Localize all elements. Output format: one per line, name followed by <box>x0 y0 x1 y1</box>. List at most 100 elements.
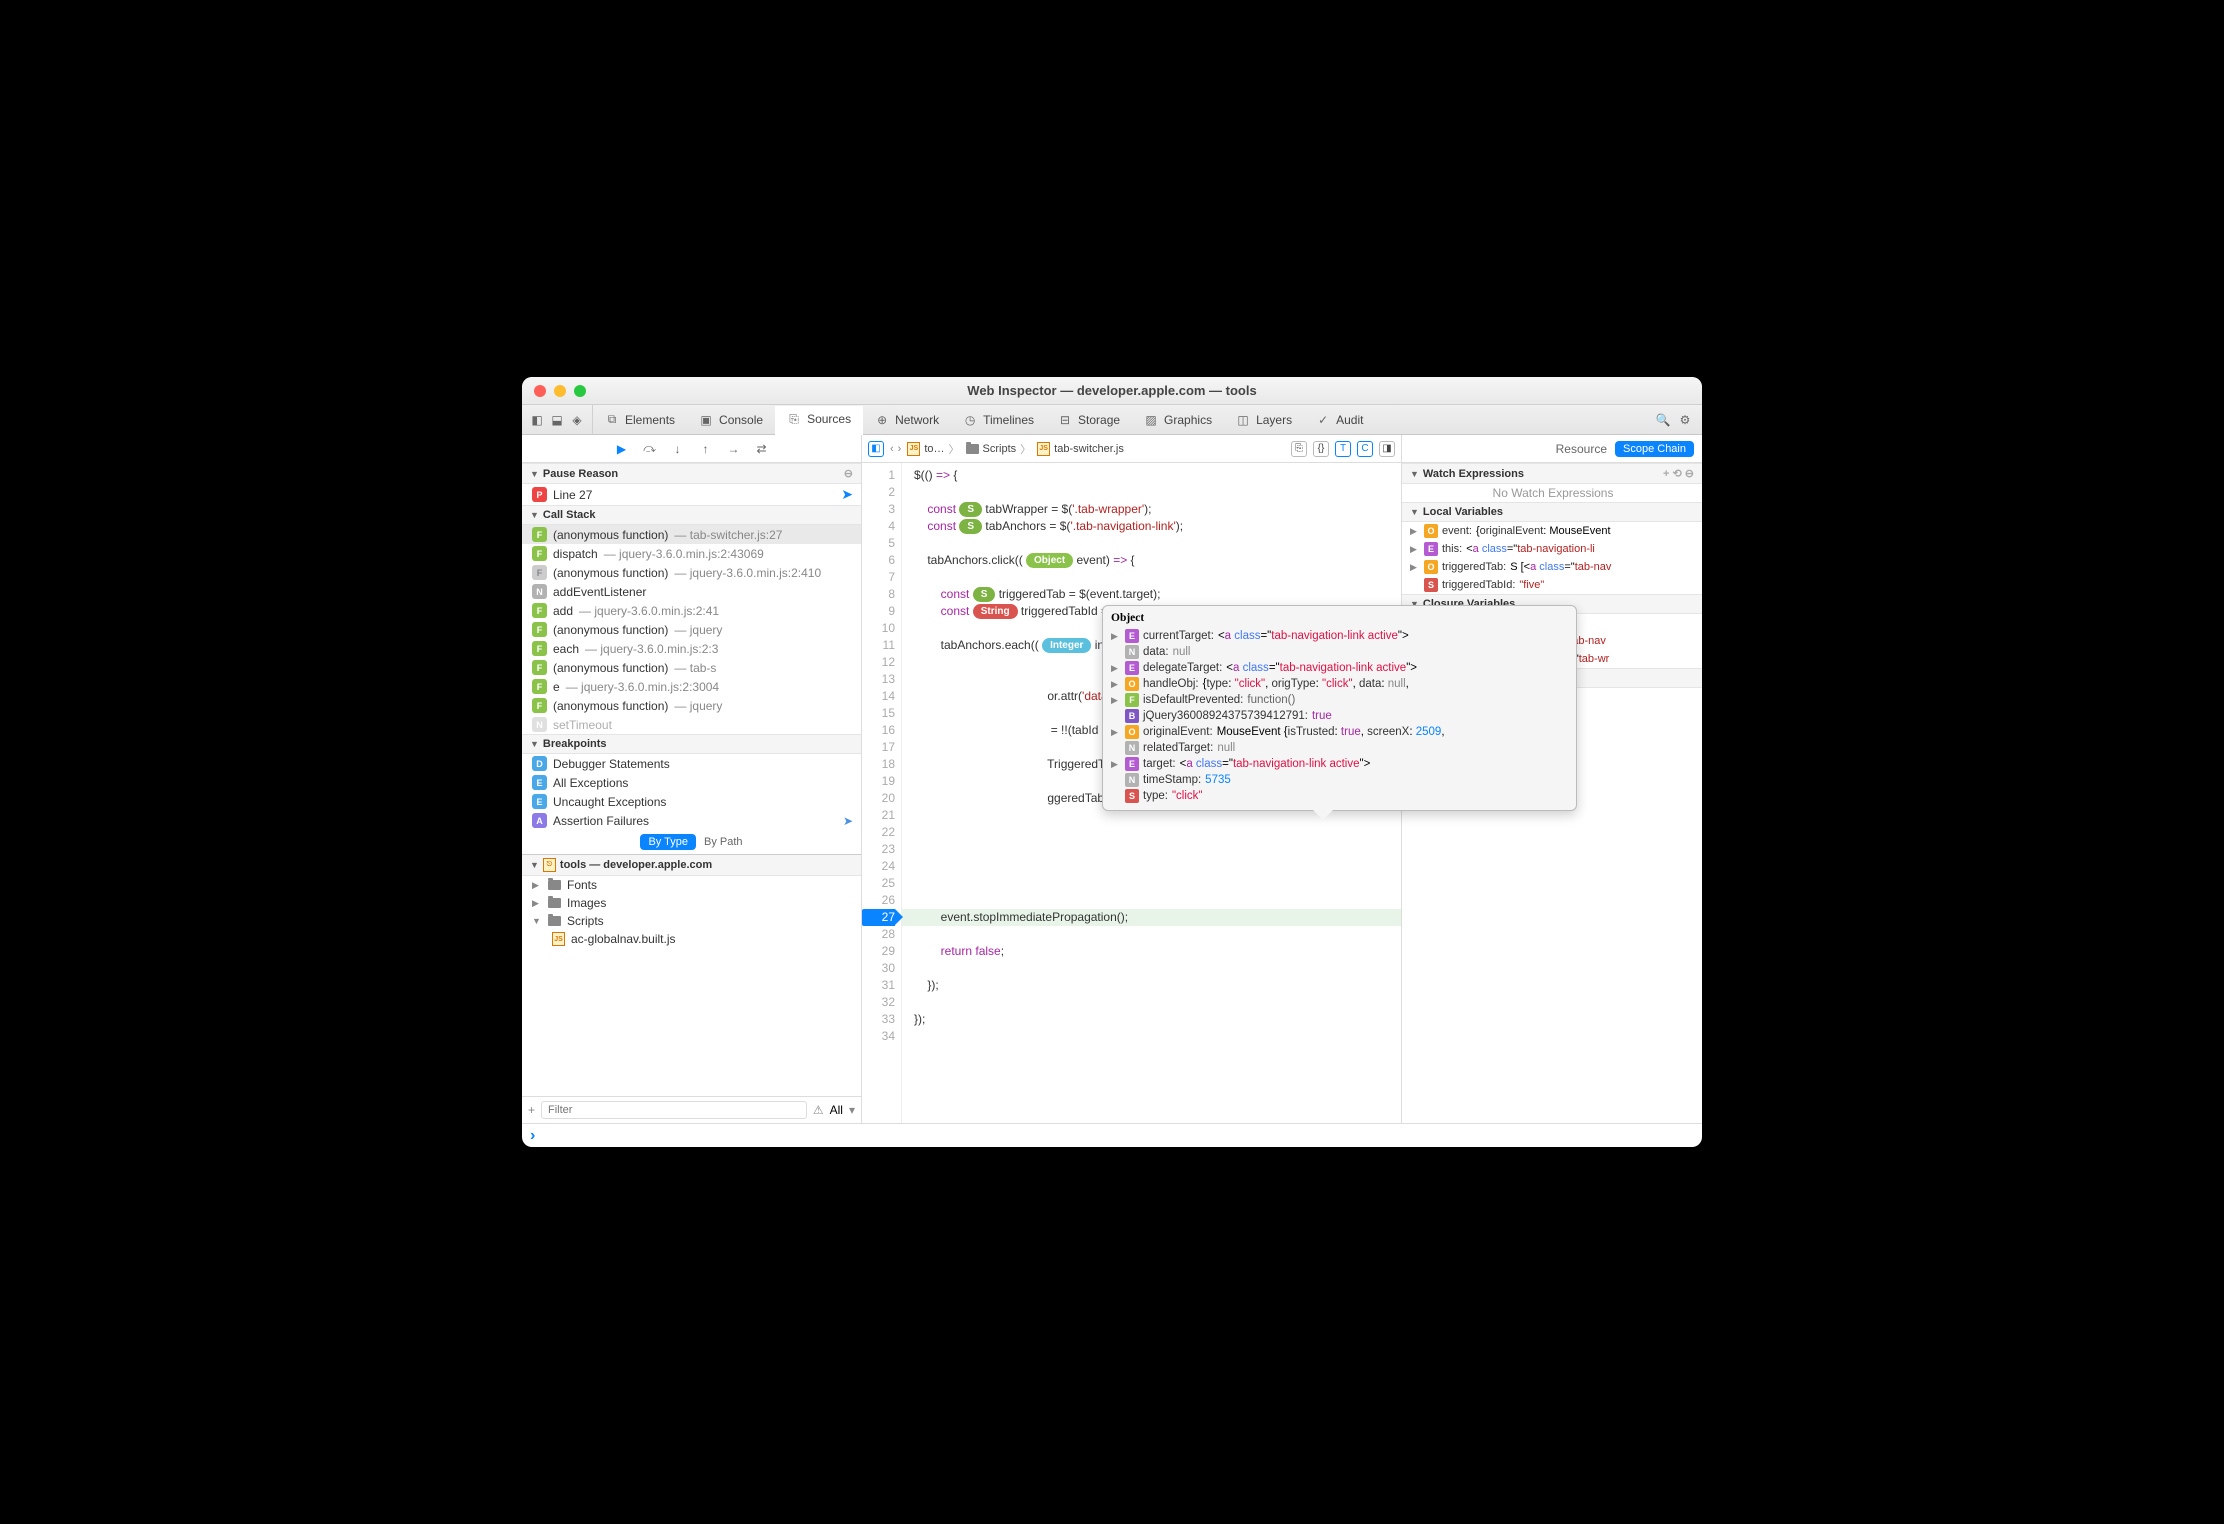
debug-toolbar: ▶ ⤼ ↓ ↑ → ⇄ <box>522 435 861 463</box>
copy-icon[interactable]: ⎘ <box>1291 441 1307 457</box>
filter-input[interactable] <box>541 1101 807 1119</box>
tab-elements[interactable]: ⧉Elements <box>593 405 687 434</box>
crumb-current[interactable]: JStab-switcher.js <box>1037 442 1124 456</box>
popover-property[interactable]: Stype: "click" <box>1111 788 1568 804</box>
tab-graphics[interactable]: ▨Graphics <box>1132 405 1224 434</box>
warn-icon[interactable]: ⚠ <box>813 1103 824 1117</box>
tab-network[interactable]: ⊕Network <box>863 405 951 434</box>
settings-icon[interactable]: ⚙ <box>1678 413 1692 427</box>
step-over-icon[interactable]: ⤼ <box>641 440 659 458</box>
forward-icon[interactable]: › <box>898 443 902 455</box>
funnel-icon[interactable]: ▾ <box>849 1103 855 1117</box>
frame-badge-icon: F <box>532 603 547 618</box>
graphics-icon: ▨ <box>1144 413 1158 427</box>
disclosure-icon: ▼ <box>530 510 539 520</box>
breakpoints-header[interactable]: ▼ Breakpoints <box>522 734 861 754</box>
callstack-frame[interactable]: Feach — jquery-3.6.0.min.js:2:3 <box>522 639 861 658</box>
tab-timelines[interactable]: ◷Timelines <box>951 405 1046 434</box>
popover-property[interactable]: ▶Etarget: <a class="tab-navigation-link … <box>1111 756 1568 772</box>
pause-reason-header[interactable]: ▼ Pause Reason ⊖ <box>522 463 861 484</box>
by-path-button[interactable]: By Path <box>704 836 743 848</box>
local-header[interactable]: ▼Local Variables <box>1402 502 1702 522</box>
tab-audit[interactable]: ✓Audit <box>1304 405 1375 434</box>
toggle-right-icon[interactable]: ◨ <box>1379 441 1395 457</box>
callstack-frame[interactable]: Fdispatch — jquery-3.6.0.min.js:2:43069 <box>522 544 861 563</box>
callstack-frame[interactable]: F(anonymous function) — jquery-3.6.0.min… <box>522 563 861 582</box>
tab-console[interactable]: ▣Console <box>687 405 775 434</box>
variable-row[interactable]: ▶Oevent: {originalEvent: MouseEvent <box>1402 522 1702 540</box>
by-type-button[interactable]: By Type <box>640 834 696 850</box>
popover-property[interactable]: ▶EdelegateTarget: <a class="tab-navigati… <box>1111 660 1568 676</box>
popover-property[interactable]: ▶OhandleObj: {type: "click", origType: "… <box>1111 676 1568 692</box>
file-item[interactable]: JSac-globalnav.built.js <box>522 930 861 948</box>
pause-line[interactable]: P Line 27 ➤ <box>522 484 861 505</box>
variable-row[interactable]: ▶OtriggeredTab: S [<a class="tab-nav <box>1402 558 1702 576</box>
step-out-icon[interactable]: ↑ <box>697 440 715 458</box>
popout-icon[interactable]: ◈ <box>570 413 584 427</box>
toggle-sidebar-icon[interactable]: ◧ <box>868 441 884 457</box>
dock-left-icon[interactable]: ◧ <box>530 413 544 427</box>
disclosure-icon: ▼ <box>530 739 539 749</box>
popover-property[interactable]: ▶EcurrentTarget: <a class="tab-navigatio… <box>1111 628 1568 644</box>
popover-property[interactable]: NtimeStamp: 5735 <box>1111 772 1568 788</box>
callstack-frame[interactable]: F(anonymous function) — jquery <box>522 696 861 715</box>
breakpoint-item[interactable]: EAll Exceptions <box>522 773 861 792</box>
close-icon[interactable] <box>534 385 546 397</box>
callstack-frame[interactable]: F(anonymous function) — tab-s <box>522 658 861 677</box>
tab-storage[interactable]: ⊟Storage <box>1046 405 1132 434</box>
callstack-frame[interactable]: NsetTimeout <box>522 715 861 734</box>
callstack-frame[interactable]: NaddEventListener <box>522 582 861 601</box>
minimize-icon[interactable] <box>554 385 566 397</box>
type-icon[interactable]: T <box>1335 441 1351 457</box>
callstack-frame[interactable]: Fe — jquery-3.6.0.min.js:2:3004 <box>522 677 861 696</box>
callstack-frame[interactable]: Fadd — jquery-3.6.0.min.js:2:41 <box>522 601 861 620</box>
tab-layers[interactable]: ◫Layers <box>1224 405 1304 434</box>
folder-scripts[interactable]: ▼Scripts <box>522 912 861 930</box>
deactivate-icon[interactable]: ⇄ <box>753 440 771 458</box>
callstack-frame[interactable]: F(anonymous function) — tab-switcher.js:… <box>522 525 861 544</box>
tab-sources[interactable]: ⎘Sources <box>775 406 863 435</box>
step-into-icon[interactable]: ↓ <box>669 440 687 458</box>
watch-actions[interactable]: + ⟲ ⊖ <box>1663 467 1694 480</box>
zoom-icon[interactable] <box>574 385 586 397</box>
callstack-header[interactable]: ▼ Call Stack <box>522 505 861 525</box>
crumb-file[interactable]: JSto…〉 <box>907 441 959 457</box>
braces-icon[interactable]: {} <box>1313 441 1329 457</box>
breakpoint-item[interactable]: EUncaught Exceptions <box>522 792 861 811</box>
resume-icon[interactable]: ▶ <box>613 440 631 458</box>
filter-bar: + ⚠ All ▾ <box>522 1096 861 1123</box>
step-icon[interactable]: → <box>725 440 743 458</box>
goto-arrow-icon[interactable]: ➤ <box>841 486 853 503</box>
crumb-folder[interactable]: Scripts〉 <box>966 441 1032 457</box>
object-popover: Object ▶EcurrentTarget: <a class="tab-na… <box>1102 605 1577 811</box>
variable-row[interactable]: ▶Ethis: <a class="tab-navigation-li <box>1402 540 1702 558</box>
resource-tab[interactable]: Resource <box>1556 442 1607 456</box>
popover-property[interactable]: Ndata: null <box>1111 644 1568 660</box>
sources-icon: ⎘ <box>787 412 801 426</box>
back-icon[interactable]: ‹ <box>890 443 894 455</box>
dock-bottom-icon[interactable]: ⬓ <box>550 413 564 427</box>
scope-chain-tab[interactable]: Scope Chain <box>1615 441 1694 457</box>
watch-header[interactable]: ▼Watch Expressions+ ⟲ ⊖ <box>1402 463 1702 484</box>
console-prompt[interactable]: › <box>522 1123 1702 1147</box>
variable-row[interactable]: StriggeredTabId: "five" <box>1402 576 1702 594</box>
folder-images[interactable]: ▶Images <box>522 894 861 912</box>
filter-all[interactable]: All <box>830 1103 843 1117</box>
frame-badge-icon: F <box>532 660 547 675</box>
add-icon[interactable]: + <box>528 1103 535 1117</box>
js-file-icon: JS <box>552 932 565 946</box>
line-gutter[interactable]: 1234567891011121314151617181920212223242… <box>862 463 902 1123</box>
callstack-frame[interactable]: F(anonymous function) — jquery <box>522 620 861 639</box>
var-badge-icon: S <box>1424 578 1438 592</box>
popover-property[interactable]: NrelatedTarget: null <box>1111 740 1568 756</box>
breakpoint-item[interactable]: AAssertion Failures➤ <box>522 811 861 830</box>
popover-property[interactable]: ▶FisDefaultPrevented: function() <box>1111 692 1568 708</box>
breakpoint-item[interactable]: DDebugger Statements <box>522 754 861 773</box>
search-icon[interactable]: 🔍 <box>1656 413 1670 427</box>
tree-root[interactable]: ▼ ⎋ tools — developer.apple.com <box>522 854 861 876</box>
popover-property[interactable]: ▶OoriginalEvent: MouseEvent {isTrusted: … <box>1111 724 1568 740</box>
clear-icon[interactable]: ⊖ <box>844 467 853 480</box>
folder-fonts[interactable]: ▶Fonts <box>522 876 861 894</box>
coverage-icon[interactable]: C <box>1357 441 1373 457</box>
popover-property[interactable]: BjQuery36008924375739412791: true <box>1111 708 1568 724</box>
